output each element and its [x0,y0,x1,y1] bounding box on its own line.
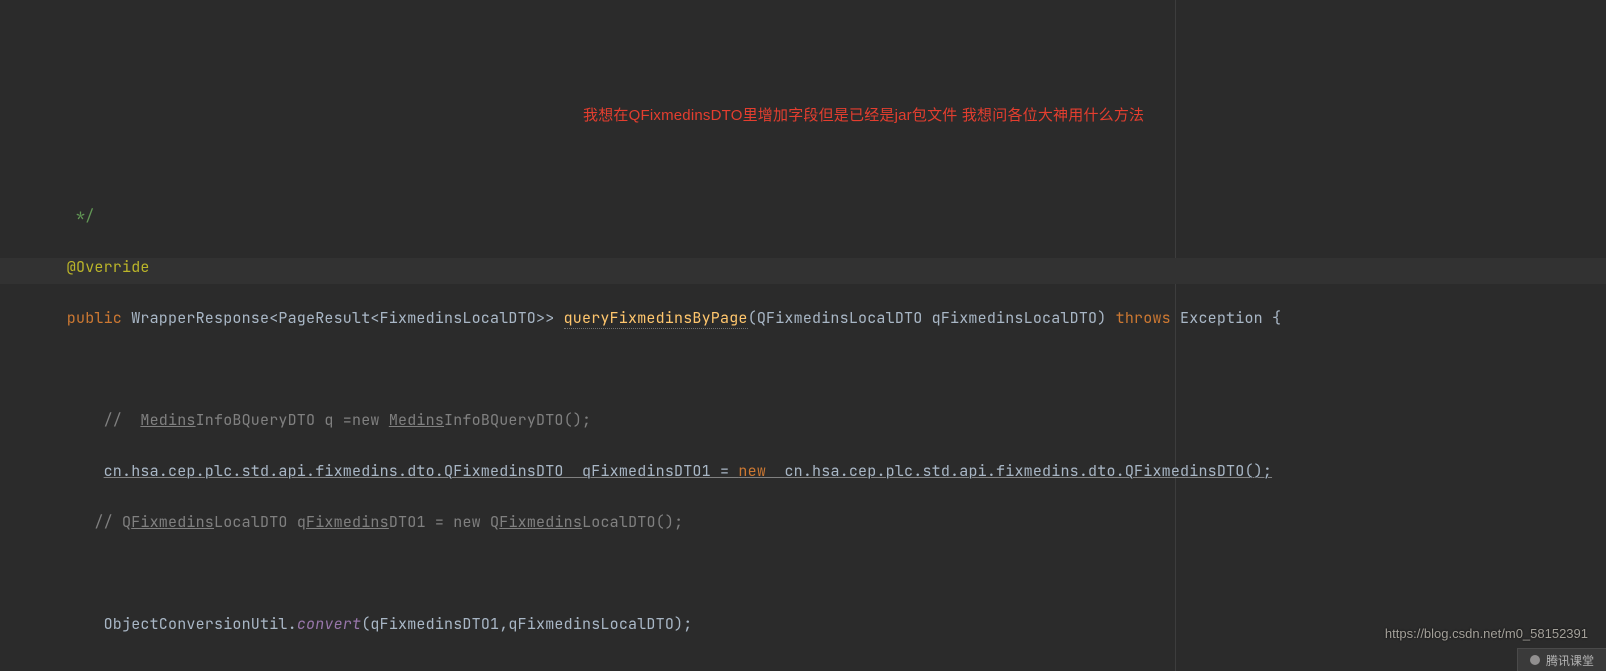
annotation-overlay: 我想在QFixmedinsDTO里增加字段但是已经是jar包文件 我想问各位大神… [583,103,1144,129]
new-qfixmedins-line: cn.hsa.cep.plc.std.api.fixmedins.dto.QFi… [30,459,1606,485]
override-annotation: @Override [30,255,1606,281]
comment-line-2: // QFixmedinsLocalDTO qFixmedinsDTO1 = n… [30,510,1606,536]
convert-call: ObjectConversionUtil.convert(qFixmedinsD… [30,612,1606,638]
doc-comment-end: */ [30,204,1606,230]
method-signature: public WrapperResponse<PageResult<Fixmed… [30,306,1606,332]
comment-line-1: // MedinsInfoBQueryDTO q =new MedinsInfo… [30,408,1606,434]
code-content: */ @Override public WrapperResponse<Page… [30,179,1606,671]
code-editor[interactable]: 我想在QFixmedinsDTO里增加字段但是已经是jar包文件 我想问各位大神… [0,0,1606,671]
